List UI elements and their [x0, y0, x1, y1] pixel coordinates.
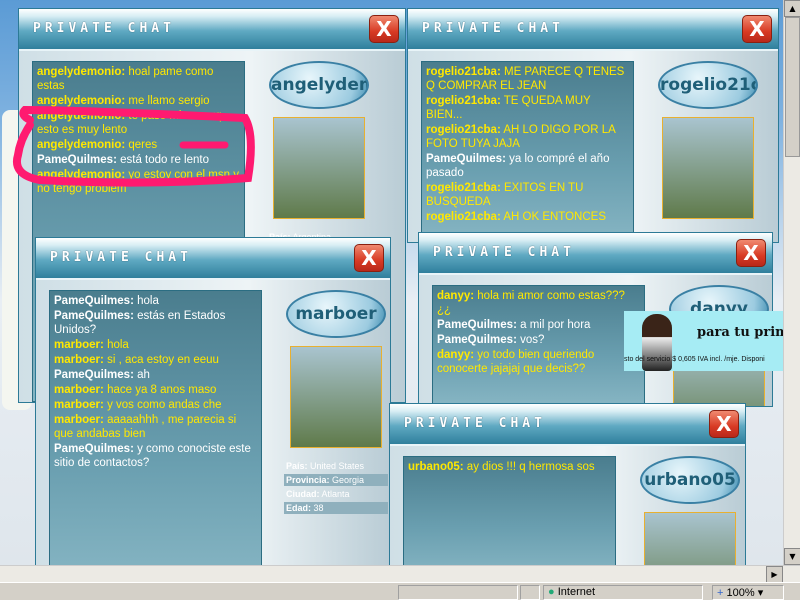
horizontal-scrollbar[interactable]: ▶: [0, 565, 800, 583]
highlight-annotation: [13, 105, 255, 187]
globe-icon: ●: [548, 586, 555, 598]
ad-fine-print: sto del servicio $ 0,605 IVA incl. /mje.…: [624, 356, 765, 363]
scroll-thumb[interactable]: [785, 17, 800, 157]
scroll-right-button[interactable]: ▶: [766, 566, 783, 583]
zone-pane: ● Internet: [543, 585, 703, 600]
scroll-down-button[interactable]: ▼: [784, 548, 800, 565]
zone-label: Internet: [557, 586, 596, 598]
advertisement-banner[interactable]: para tu prim sto del servicio $ 0,605 IV…: [624, 311, 783, 371]
status-bar: ● Internet + 100% ▾: [0, 582, 800, 600]
vertical-scrollbar[interactable]: ▲ ▼: [783, 0, 800, 565]
scroll-up-button[interactable]: ▲: [784, 0, 800, 17]
status-pane: [398, 585, 518, 600]
ad-headline: para tu prim: [697, 325, 783, 340]
zoom-icon: +: [717, 587, 724, 599]
zoom-level: 100%: [726, 587, 755, 599]
webpage-background: PRIVATE CHAT X angelydemonio: hoal pame …: [0, 0, 783, 565]
zoom-control[interactable]: + 100% ▾: [712, 585, 784, 600]
popup-blocked-icon[interactable]: [520, 585, 540, 600]
